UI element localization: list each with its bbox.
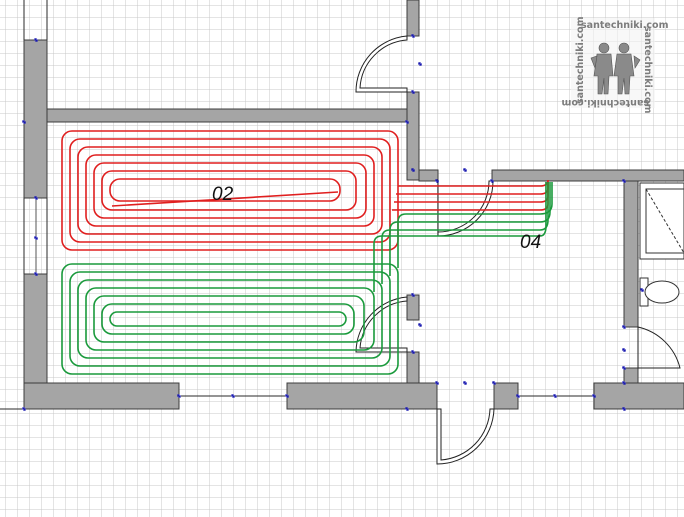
watermark-text-bottom: santechniki.com xyxy=(561,97,649,108)
wall-top-horizontal xyxy=(46,108,408,123)
wall-bottom-right xyxy=(593,382,684,410)
wall-bottom-left xyxy=(23,382,180,410)
watermark-text-top: santechniki.com xyxy=(581,20,669,31)
watermark-text-left: santechniki.com xyxy=(575,16,586,104)
loop-label-04: 04 xyxy=(520,232,541,253)
wall-bathroom-vertical-lower xyxy=(623,367,639,384)
wall-bottom-right-stub xyxy=(493,382,519,410)
wall-bathroom-vertical xyxy=(623,180,639,328)
wall-top-vertical xyxy=(406,0,420,37)
loop-label-02: 02 xyxy=(212,184,234,205)
wall-center-vertical-upper xyxy=(406,91,420,181)
watermark: santechniki.com santechniki.com santechn… xyxy=(561,16,668,113)
wall-left-upper xyxy=(23,39,48,199)
floor-plan: 02 04 santechniki.com santechniki.com sa… xyxy=(0,0,684,517)
wall-center-vertical-lower xyxy=(406,294,420,321)
wall-corridor-top-right xyxy=(491,169,684,182)
wall-bottom-middle xyxy=(286,382,438,410)
toilet-bowl xyxy=(644,280,680,304)
bathroom-fixtures xyxy=(639,182,684,307)
wall-corridor-top-left xyxy=(418,169,439,182)
